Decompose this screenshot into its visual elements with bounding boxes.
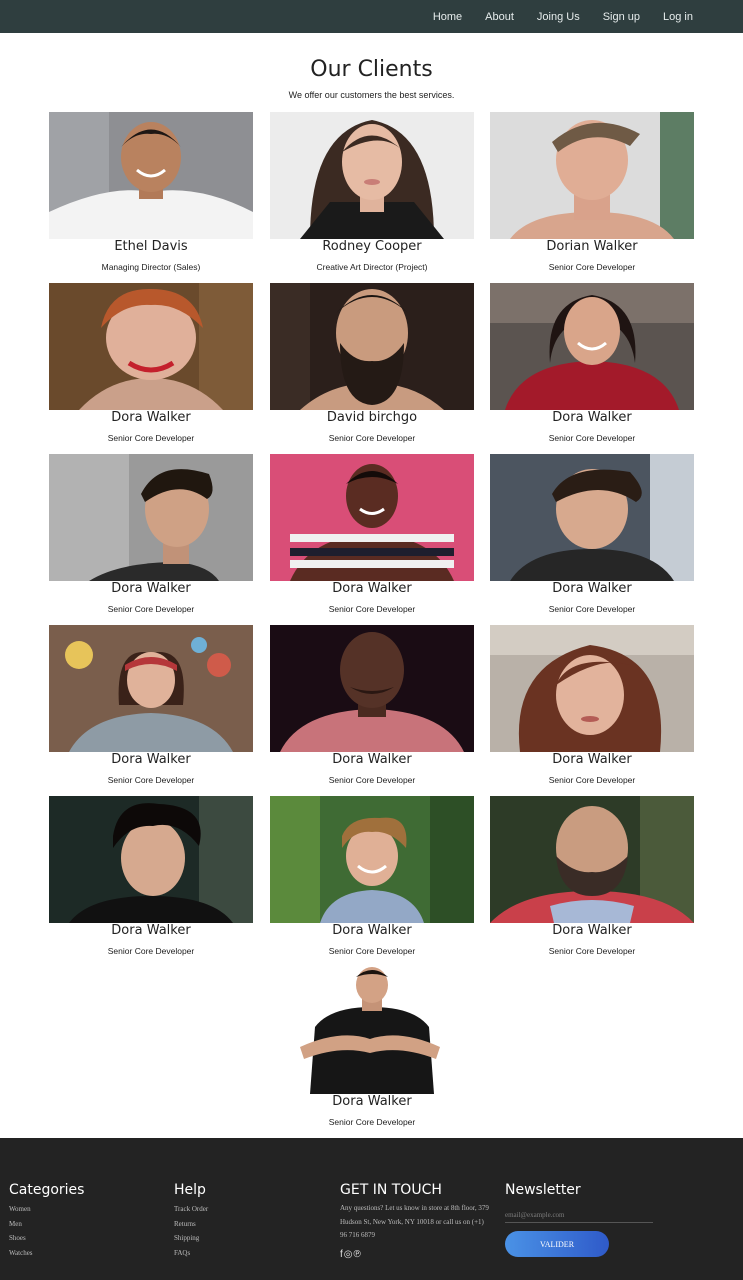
client-card: Dora Walker Senior Core Developer [270,454,474,619]
client-photo [270,796,474,923]
client-role: Senior Core Developer [328,946,416,956]
page-title: Our Clients [310,57,433,82]
client-photo [490,283,694,410]
social-links: f ◎ ℗ [340,1249,490,1260]
nav-login-link[interactable]: Log in [663,11,693,23]
client-name: Dora Walker [552,581,632,596]
footer-link-men[interactable]: Men [9,1217,84,1232]
instagram-icon[interactable]: ◎ [344,1249,353,1260]
pinterest-icon[interactable]: ℗ [354,1249,361,1260]
client-photo [49,112,253,239]
client-role: Senior Core Developer [548,604,636,614]
client-role: Senior Core Developer [107,604,195,614]
footer-newsletter: Newsletter VALIDER [505,1182,653,1257]
client-photo [49,454,253,581]
client-role: Creative Art Director (Project) [316,262,428,272]
client-name: Dora Walker [111,752,191,767]
footer-categories: Categories Women Men Shoes Watches [9,1182,84,1260]
client-photo [490,625,694,752]
client-photo [270,454,474,581]
client-card: Dora Walker Senior Core Developer [270,967,474,1132]
footer-newsletter-title: Newsletter [505,1182,581,1198]
client-name: Dora Walker [111,923,191,938]
nav-home-link[interactable]: Home [433,11,462,23]
page-subtitle: We offer our customers the best services… [288,90,455,100]
client-name: Dora Walker [552,923,632,938]
client-card: Rodney Cooper Creative Art Director (Pro… [270,112,474,277]
nav-join-link[interactable]: Joing Us [537,11,580,23]
footer-help-title: Help [174,1182,206,1198]
client-card: Dora Walker Senior Core Developer [49,625,253,790]
footer-link-faqs[interactable]: FAQs [174,1246,208,1261]
footer-categories-title: Categories [9,1182,85,1198]
client-card: Dora Walker Senior Core Developer [490,454,694,619]
footer-link-shoes[interactable]: Shoes [9,1231,84,1246]
footer-contact-text: Any questions? Let us know in store at 8… [340,1204,489,1239]
nav-signup-link[interactable]: Sign up [603,11,640,23]
client-name: Rodney Cooper [322,239,422,254]
client-photo [270,112,474,239]
client-name: Dora Walker [111,410,191,425]
footer-link-returns[interactable]: Returns [174,1217,208,1232]
facebook-icon[interactable]: f [340,1249,343,1260]
footer-help: Help Track Order Returns Shipping FAQs [174,1182,208,1260]
client-role: Senior Core Developer [548,433,636,443]
client-role: Senior Core Developer [548,262,636,272]
client-card: Dora Walker Senior Core Developer [270,625,474,790]
footer-link-women[interactable]: Women [9,1202,84,1217]
client-role: Senior Core Developer [107,433,195,443]
client-photo [270,283,474,410]
client-photo [270,625,474,752]
client-card: Dora Walker Senior Core Developer [49,796,253,961]
footer-link-track-order[interactable]: Track Order [174,1202,208,1217]
client-role: Senior Core Developer [548,775,636,785]
client-role: Senior Core Developer [107,946,195,956]
client-role: Senior Core Developer [107,775,195,785]
client-card: Dora Walker Senior Core Developer [49,454,253,619]
client-role: Managing Director (Sales) [101,262,201,272]
client-name: Dora Walker [552,410,632,425]
client-name: Dora Walker [332,581,412,596]
newsletter-submit-button[interactable]: VALIDER [505,1231,609,1257]
client-name: Ethel Davis [114,239,188,254]
client-role: Senior Core Developer [328,1117,416,1127]
client-name: Dora Walker [552,752,632,767]
client-name: Dorian Walker [546,239,638,254]
client-role: Senior Core Developer [328,604,416,614]
client-photo [49,283,253,410]
client-name: Dora Walker [332,752,412,767]
client-card: Dora Walker Senior Core Developer [490,796,694,961]
nav-about-link[interactable]: About [485,11,514,23]
client-card: Dora Walker Senior Core Developer [490,283,694,448]
footer-contact: GET IN TOUCH Any questions? Let us know … [340,1182,490,1260]
footer-link-watches[interactable]: Watches [9,1246,84,1261]
top-navbar: Home About Joing Us Sign up Log in [0,0,743,33]
client-name: Dora Walker [332,923,412,938]
client-role: Senior Core Developer [328,433,416,443]
client-name: Dora Walker [111,581,191,596]
client-photo [49,625,253,752]
footer-link-shipping[interactable]: Shipping [174,1231,208,1246]
newsletter-email-input[interactable] [505,1207,653,1223]
client-card: Dorian Walker Senior Core Developer [490,112,694,277]
client-photo [490,796,694,923]
client-photo [49,796,253,923]
footer-contact-title: GET IN TOUCH [340,1182,442,1198]
client-card: Dora Walker Senior Core Developer [490,625,694,790]
client-name: David birchgo [326,410,418,425]
client-card: Dora Walker Senior Core Developer [49,283,253,448]
client-name: Dora Walker [332,1094,412,1109]
client-photo [270,967,474,1094]
client-role: Senior Core Developer [328,775,416,785]
nav-links: Home About Joing Us Sign up Log in [410,0,693,33]
client-card: Ethel Davis Managing Director (Sales) [49,112,253,277]
footer: Categories Women Men Shoes Watches Help … [0,1138,743,1280]
client-photo [490,454,694,581]
client-photo [490,112,694,239]
client-card: Dora Walker Senior Core Developer [270,796,474,961]
client-card: David birchgo Senior Core Developer [270,283,474,448]
client-role: Senior Core Developer [548,946,636,956]
